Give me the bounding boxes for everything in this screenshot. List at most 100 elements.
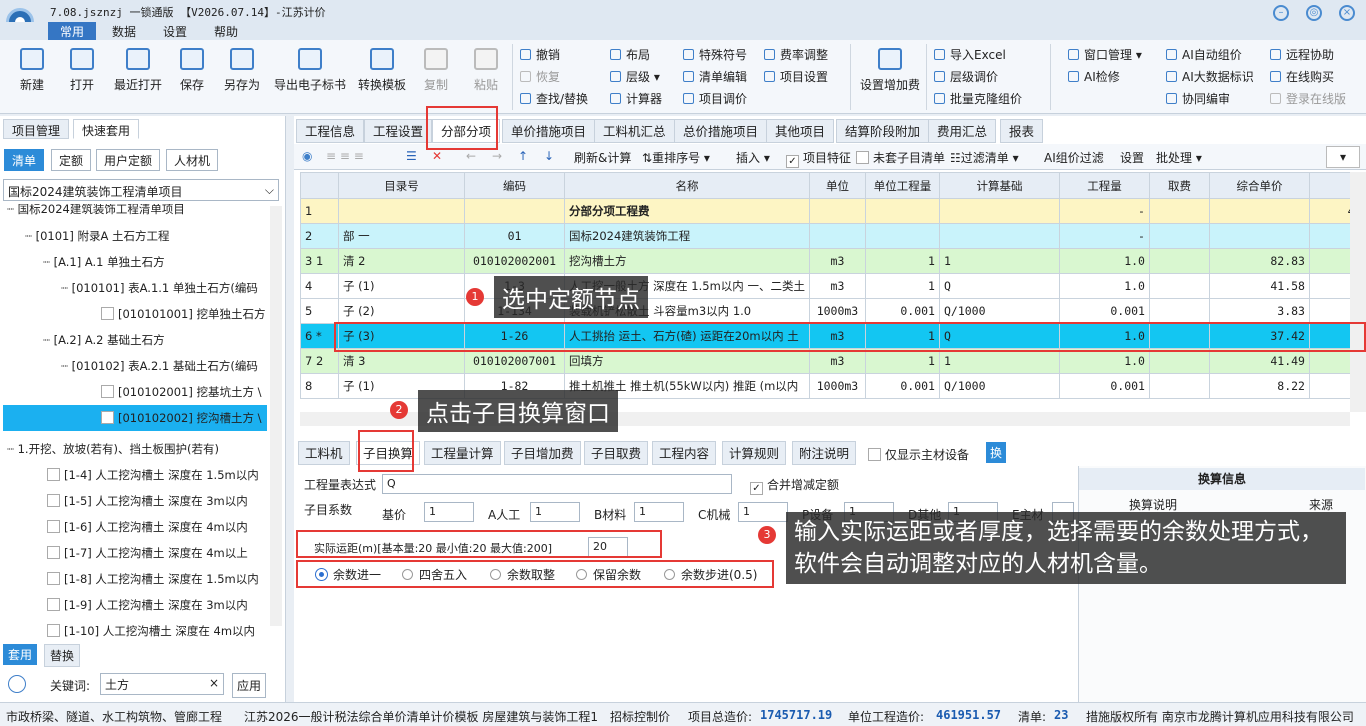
convert-template-button[interactable]: 转换模板 [354, 48, 410, 93]
grid-header-cell[interactable] [300, 172, 339, 199]
tab-reports[interactable]: 报表 [1000, 119, 1044, 143]
quota-item[interactable]: [1-5] 人工挖沟槽土 深度在 3m以内 [3, 488, 267, 514]
checkbox[interactable] [101, 411, 114, 424]
only-main-material-toggle[interactable]: 仅显示主材设备 [868, 446, 969, 463]
tab-fee-summary[interactable]: 费用汇总 [928, 119, 997, 143]
cell-uq[interactable]: 1 [864, 273, 940, 299]
cell-qty[interactable]: 1.0 [1058, 248, 1150, 274]
layout-button[interactable]: 布局 [610, 46, 650, 63]
coef-machine-input[interactable]: 1 [738, 502, 788, 522]
item-feature-toggle[interactable]: ✓ 项目特征 [786, 149, 851, 168]
grid-header-cell[interactable]: 编码 [464, 172, 565, 199]
coef-base-input[interactable]: 1 [424, 502, 474, 522]
expr-input[interactable]: Q [382, 474, 732, 494]
tab-quantity-calc[interactable]: 工程量计算 [424, 441, 501, 465]
replace-tab[interactable]: 替换 [44, 644, 81, 667]
cell-n[interactable]: 8 [300, 373, 339, 399]
cell-price[interactable]: 82.83 [1208, 248, 1310, 274]
menu-help[interactable]: 帮助 [214, 23, 238, 40]
cell-base[interactable]: 1 [938, 248, 1060, 274]
cell-code[interactable]: 010102007001 [464, 348, 565, 374]
cell-uq[interactable]: 1 [864, 248, 940, 274]
cell-base[interactable] [938, 223, 1060, 249]
tab-project-manage[interactable]: 项目管理 [3, 119, 70, 139]
cell-unit[interactable]: m3 [808, 248, 866, 274]
close-icon[interactable]: × [1339, 5, 1355, 21]
cell-price[interactable] [1208, 198, 1310, 224]
settings-button[interactable]: 设置 [1120, 149, 1144, 166]
remote-help-button[interactable]: 远程协助 [1270, 46, 1334, 63]
cell-name[interactable]: 国标2024建筑装饰工程 [564, 223, 810, 249]
ai-auto-price-button[interactable]: AI自动组价 [1166, 46, 1242, 63]
quota-item[interactable]: [1-6] 人工挖沟槽土 深度在 4m以内 [3, 514, 267, 540]
cell-fee[interactable] [1148, 373, 1210, 399]
batch-clone-button[interactable]: 批量克隆组价 [934, 90, 1022, 107]
cell-unit[interactable]: m3 [808, 273, 866, 299]
tree-node[interactable]: ┈ [0101] 附录A 土石方工程 [3, 223, 267, 249]
tab-settlement[interactable]: 结算阶段附加 [836, 119, 930, 143]
cell-qty[interactable]: - [1058, 223, 1150, 249]
tab-total-measures[interactable]: 总价措施项目 [674, 119, 768, 143]
calculator-button[interactable]: 计算器 [610, 90, 662, 107]
cell-n[interactable]: 3 1 [300, 248, 339, 274]
cell-n[interactable]: 7 2 [300, 348, 339, 374]
recent-button[interactable]: 最近打开 [112, 48, 164, 93]
cell-dir[interactable]: 子 (2) [338, 298, 465, 324]
cell-n[interactable]: 2 [300, 223, 339, 249]
grid-header-cell[interactable]: 单位工程量 [864, 172, 940, 199]
copy-button[interactable]: 复制 [414, 48, 458, 93]
filter-user-quota-button[interactable]: 用户定额 [96, 149, 161, 171]
table-row[interactable]: 7 2清 3 010102007001 回填方 m3 1 1 1.0 41.49 [300, 348, 1360, 374]
checkbox[interactable] [47, 468, 60, 481]
table-row[interactable]: 5子 (2)1-134装载机铲松散土 斗容量m3以内 1.01000m30.00… [300, 298, 1360, 324]
cell-code[interactable]: 010102002001 [464, 248, 565, 274]
reset-icon[interactable] [8, 675, 26, 693]
cell-fee[interactable] [1148, 348, 1210, 374]
insert-button[interactable]: 插入 ▾ [736, 149, 770, 166]
tab-quick-apply[interactable]: 快速套用 [73, 119, 140, 139]
level-button[interactable]: 层级 ▾ [610, 68, 660, 85]
cell-dir[interactable]: 清 3 [338, 348, 465, 374]
coef-labor-input[interactable]: 1 [530, 502, 580, 522]
cell-base[interactable] [938, 198, 1060, 224]
tree-node-selected[interactable]: [010102002] 挖沟槽土方 \ [3, 405, 267, 431]
cell-price[interactable]: 3.83 [1208, 298, 1310, 324]
import-excel-button[interactable]: 导入Excel [934, 46, 1006, 63]
checkbox[interactable] [101, 307, 114, 320]
arrow-left-icon[interactable]: ← [466, 149, 476, 163]
cell-name[interactable]: 分部分项工程费 [564, 198, 810, 224]
menu-home[interactable]: 常用 [48, 22, 97, 41]
cell-code[interactable]: 01 [464, 223, 565, 249]
tree-node[interactable]: ┈ 国标2024建筑装饰工程清单项目 [3, 204, 267, 218]
merge-quota-toggle[interactable]: ✓ 合并增减定额 [750, 476, 839, 495]
cell-fee[interactable] [1148, 223, 1210, 249]
rate-adjust-button[interactable]: 费率调整 [764, 46, 828, 63]
cell-n[interactable]: 6 * [300, 323, 339, 349]
find-replace-button[interactable]: 查找/替换 [520, 90, 588, 107]
tree-node[interactable]: ┈ [A.2] A.2 基础土石方 [3, 327, 267, 353]
ai-bigdata-button[interactable]: AI大数据标识 [1166, 68, 1254, 85]
cell-fee[interactable] [1148, 198, 1210, 224]
batch-button[interactable]: 批处理 ▾ [1156, 149, 1202, 166]
cell-n[interactable]: 1 [300, 198, 339, 224]
cell-code[interactable] [464, 198, 565, 224]
cell-base[interactable]: Q [938, 273, 1060, 299]
checkbox[interactable] [47, 494, 60, 507]
grid-header-cell[interactable]: 综合单价 [1208, 172, 1310, 199]
grid-header-cell[interactable]: 取费 [1148, 172, 1210, 199]
grid-vertical-scrollbar[interactable] [1350, 172, 1366, 412]
cell-price[interactable] [1208, 223, 1310, 249]
filter-list-button[interactable]: 清单 [4, 149, 45, 171]
cell-qty[interactable]: - [1058, 198, 1150, 224]
quota-item[interactable]: [1-9] 人工挖沟槽土 深度在 3m以内 [3, 592, 267, 618]
table-row[interactable]: 3 1清 2 010102002001 挖沟槽土方 m3 1 1 1.0 82.83 [300, 248, 1360, 274]
cell-base[interactable]: Q/1000 [938, 373, 1060, 399]
ai-price-filter-button[interactable]: AI组价过滤 [1044, 149, 1104, 166]
eye-icon[interactable]: ◉ [302, 149, 312, 163]
paste-button[interactable]: 粘贴 [464, 48, 508, 93]
tree-group[interactable]: ┈ 1.开挖、放坡(若有)、挡土板围护(若有) [3, 436, 267, 462]
export-bid-button[interactable]: 导出电子标书 [272, 48, 348, 93]
checkbox[interactable] [856, 151, 869, 164]
tree-node[interactable]: ┈ [A.1] A.1 单独土石方 [3, 249, 267, 275]
minimize-icon[interactable]: – [1273, 5, 1289, 21]
